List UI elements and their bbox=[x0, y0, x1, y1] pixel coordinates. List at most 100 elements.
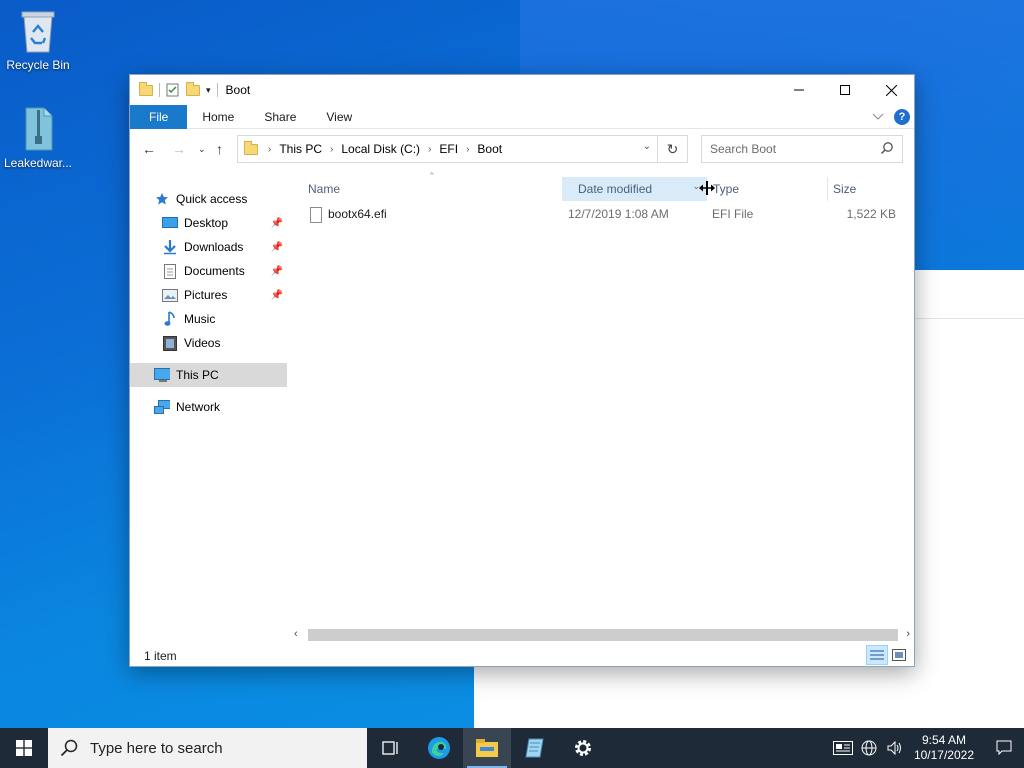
file-name: bootx64.efi bbox=[328, 207, 387, 221]
minimize-button[interactable] bbox=[776, 75, 822, 105]
window-title: Boot bbox=[225, 83, 251, 97]
help-icon[interactable]: ? bbox=[894, 109, 910, 125]
taskbar-file-explorer-button[interactable] bbox=[463, 728, 511, 768]
title-bar[interactable]: ▾ Boot bbox=[130, 75, 914, 105]
breadcrumb: › This PC › Local Disk (C:) › EFI › Boot bbox=[238, 140, 506, 156]
taskbar-notepad-button[interactable] bbox=[511, 728, 559, 768]
globe-network-icon bbox=[861, 740, 877, 756]
address-row: ← → ⌄ ↑ › This PC › Local Disk (C:) › EF… bbox=[130, 133, 914, 167]
taskbar: Type here to search 9:54 AM 10/17/2022 bbox=[0, 728, 1024, 768]
tab-share[interactable]: Share bbox=[249, 105, 311, 129]
breadcrumb-separator-icon[interactable]: › bbox=[264, 144, 275, 155]
search-icon bbox=[880, 142, 893, 155]
tab-home[interactable]: Home bbox=[187, 105, 249, 129]
system-tray: 9:54 AM 10/17/2022 bbox=[830, 728, 1024, 768]
taskbar-search-box[interactable]: Type here to search bbox=[48, 728, 367, 768]
file-size: 1,522 KB bbox=[846, 207, 896, 221]
pin-icon[interactable]: 📌 bbox=[271, 242, 283, 253]
nav-this-pc[interactable]: This PC bbox=[130, 363, 287, 387]
new-folder-icon[interactable] bbox=[186, 81, 200, 96]
quick-access-toolbar: ▾ bbox=[130, 81, 218, 97]
zip-folder-icon bbox=[25, 107, 53, 151]
address-dropdown-icon[interactable]: ⌄ bbox=[643, 141, 651, 152]
nav-documents[interactable]: Documents 📌 bbox=[130, 259, 287, 283]
edge-browser-icon bbox=[428, 737, 450, 759]
nav-music[interactable]: Music bbox=[130, 307, 287, 331]
file-list: ⌃ Name Date modified ⌄ Type Size bootx64… bbox=[292, 171, 914, 627]
background-window-divider bbox=[914, 318, 1024, 319]
recent-locations-chevron-icon[interactable]: ⌄ bbox=[198, 144, 206, 155]
minimize-icon bbox=[794, 89, 804, 91]
column-header-type[interactable]: Type bbox=[697, 177, 827, 201]
item-count: 1 item bbox=[144, 649, 177, 663]
close-button[interactable] bbox=[868, 75, 914, 105]
volume-tray-button[interactable] bbox=[882, 728, 908, 768]
nav-desktop[interactable]: Desktop 📌 bbox=[130, 211, 287, 235]
breadcrumb-separator-icon[interactable]: › bbox=[326, 144, 337, 155]
desktop-icon-recycle-bin[interactable]: Recycle Bin bbox=[0, 8, 76, 72]
details-view-button[interactable] bbox=[866, 645, 888, 665]
up-arrow-icon[interactable]: ↑ bbox=[216, 141, 223, 157]
back-arrow-icon[interactable]: ← bbox=[142, 141, 156, 157]
nav-label: Documents bbox=[184, 264, 245, 278]
task-view-button[interactable] bbox=[367, 728, 415, 768]
desktop-icon-leakedwar[interactable]: Leakedwar... bbox=[0, 106, 76, 170]
window-controls bbox=[776, 75, 914, 105]
search-box[interactable] bbox=[701, 135, 903, 163]
news-icon bbox=[832, 741, 853, 755]
videos-film-icon bbox=[162, 335, 178, 351]
documents-icon bbox=[162, 263, 178, 279]
nav-downloads[interactable]: Downloads 📌 bbox=[130, 235, 287, 259]
nav-pictures[interactable]: Pictures 📌 bbox=[130, 283, 287, 307]
nav-videos[interactable]: Videos bbox=[130, 331, 287, 355]
taskbar-search-placeholder: Type here to search bbox=[90, 739, 223, 757]
clock[interactable]: 9:54 AM 10/17/2022 bbox=[914, 733, 974, 763]
nav-label: Quick access bbox=[176, 192, 248, 206]
scrollbar-thumb[interactable] bbox=[308, 629, 898, 641]
notifications-button[interactable] bbox=[984, 728, 1024, 768]
desktop-icon-label: Recycle Bin bbox=[6, 58, 70, 72]
toolbar-divider bbox=[216, 83, 218, 97]
pin-icon[interactable]: 📌 bbox=[271, 218, 283, 229]
customize-toolbar-dropdown-icon[interactable]: ▾ bbox=[206, 85, 211, 96]
navigation-pane: Quick access Desktop 📌 Downloads 📌 Docum… bbox=[130, 175, 290, 625]
column-header-name[interactable]: Name bbox=[292, 177, 562, 201]
forward-arrow-icon[interactable]: → bbox=[172, 141, 186, 157]
refresh-button[interactable]: ↻ bbox=[657, 136, 687, 162]
breadcrumb-this-pc[interactable]: This PC bbox=[275, 142, 326, 156]
scroll-left-arrow-icon[interactable]: ‹ bbox=[294, 628, 298, 640]
pin-icon[interactable]: 📌 bbox=[271, 266, 283, 277]
maximize-button[interactable] bbox=[822, 75, 868, 105]
nav-network[interactable]: Network bbox=[130, 395, 287, 419]
breadcrumb-local-disk[interactable]: Local Disk (C:) bbox=[337, 142, 424, 156]
nav-quick-access[interactable]: Quick access bbox=[130, 187, 287, 211]
taskbar-edge-button[interactable] bbox=[415, 728, 463, 768]
news-widget-button[interactable] bbox=[830, 728, 856, 768]
network-tray-button[interactable] bbox=[856, 728, 882, 768]
large-icons-view-button[interactable] bbox=[888, 645, 910, 665]
breadcrumb-efi[interactable]: EFI bbox=[435, 142, 462, 156]
address-bar[interactable]: › This PC › Local Disk (C:) › EFI › Boot… bbox=[237, 135, 688, 163]
file-date-modified: 12/7/2019 1:08 AM bbox=[568, 207, 669, 221]
breadcrumb-boot[interactable]: Boot bbox=[473, 142, 506, 156]
column-header-size[interactable]: Size bbox=[817, 177, 907, 201]
tab-file[interactable]: File bbox=[130, 104, 188, 129]
pin-icon[interactable]: 📌 bbox=[271, 290, 283, 301]
nav-label: Network bbox=[176, 400, 221, 414]
breadcrumb-separator-icon[interactable]: › bbox=[424, 144, 435, 155]
file-explorer-window: ▾ Boot File Home Share View ? ← → ⌄ ↑ › … bbox=[129, 74, 915, 667]
desktop-folder-icon bbox=[162, 215, 178, 231]
breadcrumb-separator-icon[interactable]: › bbox=[462, 144, 473, 155]
column-header-date-modified[interactable]: Date modified ⌄ bbox=[562, 177, 706, 201]
speaker-icon bbox=[887, 741, 901, 755]
scroll-right-arrow-icon[interactable]: › bbox=[906, 628, 910, 640]
tab-view[interactable]: View bbox=[311, 105, 367, 129]
expand-ribbon-chevron-icon[interactable] bbox=[872, 113, 884, 121]
start-button[interactable] bbox=[0, 728, 48, 768]
gear-icon bbox=[575, 740, 591, 756]
taskbar-settings-button[interactable] bbox=[559, 728, 607, 768]
search-input[interactable] bbox=[710, 142, 870, 156]
properties-icon[interactable] bbox=[166, 83, 180, 97]
horizontal-scrollbar[interactable]: ‹ › bbox=[292, 627, 914, 643]
file-row[interactable]: bootx64.efi 12/7/2019 1:08 AM EFI File 1… bbox=[292, 203, 912, 225]
